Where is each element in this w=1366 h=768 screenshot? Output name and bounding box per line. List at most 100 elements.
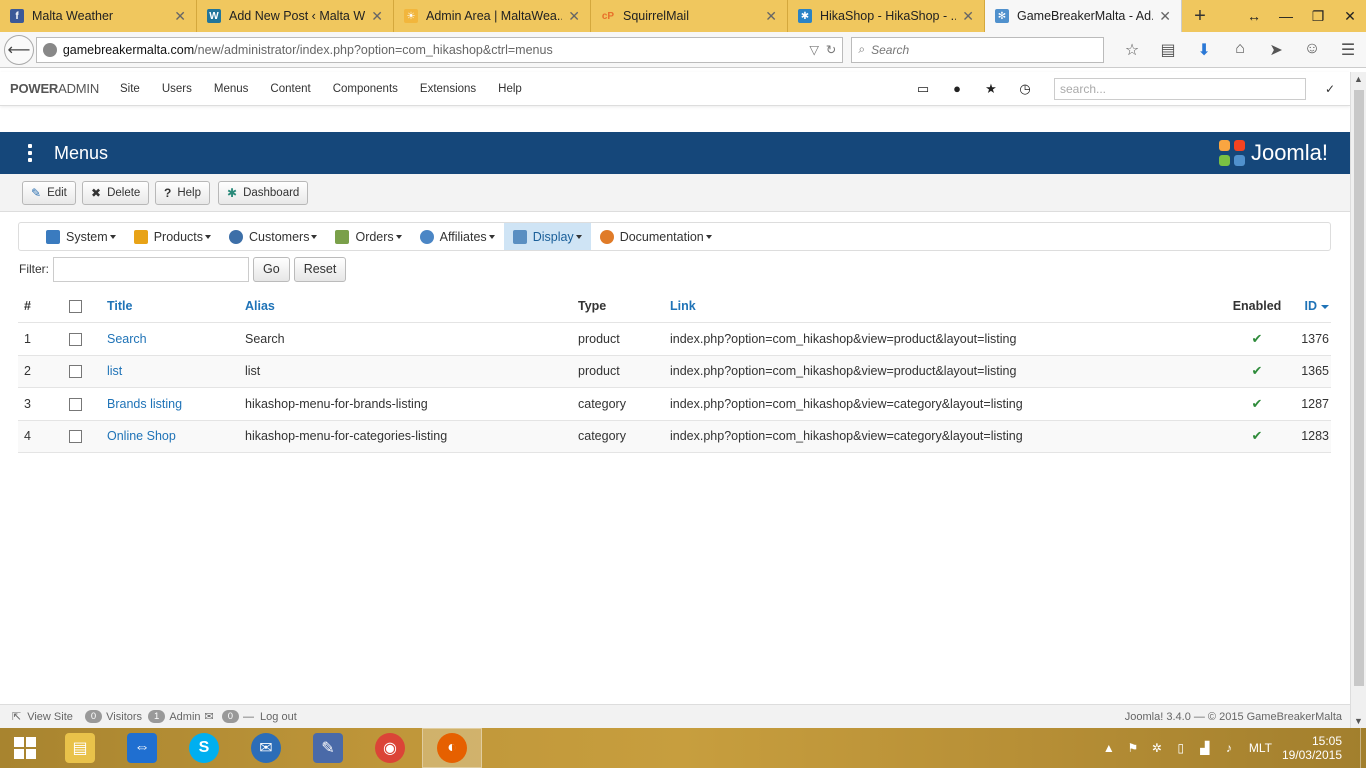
hika-menu-system[interactable]: System <box>37 223 125 250</box>
star-icon[interactable]: ★ <box>974 81 1008 97</box>
back-button[interactable]: ⟵ <box>4 34 34 65</box>
taskbar-app-active[interactable]: ◐ <box>422 728 482 768</box>
dashboard-button[interactable]: ✱ Dashboard <box>218 181 309 205</box>
close-tab-icon[interactable]: ✕ <box>568 8 580 25</box>
messages-status[interactable]: 0 — Log out <box>221 710 297 723</box>
taskbar-app[interactable]: S <box>174 728 234 768</box>
close-tab-icon[interactable]: ✕ <box>371 8 383 25</box>
browser-tab[interactable]: f Malta Weather ✕ <box>0 0 197 32</box>
start-button[interactable] <box>0 728 50 768</box>
clock-icon[interactable]: ◷ <box>1008 81 1042 97</box>
top-menu-extensions[interactable]: Extensions <box>409 83 487 95</box>
hika-menu-display[interactable]: Display <box>503 223 591 250</box>
orders-icon <box>335 229 350 244</box>
hika-menu-orders[interactable]: Orders <box>326 223 410 250</box>
resize-icon[interactable]: ↔ <box>1238 0 1270 32</box>
url-bar[interactable]: gamebreakermalta.com/new/administrator/i… <box>35 36 844 63</box>
chat-icon[interactable]: ☺ <box>1294 40 1330 60</box>
hamburger-menu-icon[interactable]: ☰ <box>1330 40 1366 60</box>
brand-logo[interactable]: POWERADMIN <box>10 81 99 96</box>
vertical-scrollbar[interactable]: ▲ ▼ <box>1350 72 1366 728</box>
home-icon[interactable]: ⌂ <box>1222 40 1258 60</box>
scroll-up-icon[interactable]: ▲ <box>1354 74 1363 84</box>
check-circle-icon[interactable]: ✓ <box>1318 82 1342 96</box>
row-title-link[interactable]: Search <box>107 332 245 346</box>
close-tab-icon[interactable]: ✕ <box>765 8 777 25</box>
enabled-check-icon[interactable]: ✔ <box>1221 428 1293 444</box>
monitor-icon[interactable]: ▭ <box>906 81 940 97</box>
show-desktop-button[interactable] <box>1360 728 1366 768</box>
admin-search-input[interactable]: search... <box>1054 77 1306 100</box>
top-menu-content[interactable]: Content <box>259 83 321 95</box>
minimize-icon[interactable]: — <box>1270 0 1302 32</box>
settings-tray-icon[interactable]: ✲ <box>1145 741 1169 755</box>
browser-tab[interactable]: cP SquirrelMail ✕ <box>591 0 788 32</box>
reload-icon[interactable]: ▽ ↻ <box>809 42 836 57</box>
action-center-icon[interactable]: ⚑ <box>1121 741 1145 755</box>
row-title-link[interactable]: list <box>107 364 245 378</box>
row-title-link[interactable]: Online Shop <box>107 429 245 443</box>
user-icon[interactable]: ● <box>940 81 974 96</box>
network-icon[interactable]: ▟ <box>1193 741 1217 755</box>
enabled-check-icon[interactable]: ✔ <box>1221 331 1293 347</box>
go-button[interactable]: Go <box>253 256 290 282</box>
tray-expand-icon[interactable]: ▲ <box>1097 741 1121 755</box>
logout-link[interactable]: Log out <box>260 711 297 723</box>
edit-button[interactable]: ✎ Edit <box>22 181 76 205</box>
reading-list-icon[interactable]: ▤ <box>1150 40 1186 60</box>
browser-tab[interactable]: W Add New Post ‹ Malta Weat... ✕ <box>197 0 394 32</box>
enabled-check-icon[interactable]: ✔ <box>1221 396 1293 412</box>
top-menu-users[interactable]: Users <box>151 83 203 95</box>
taskbar-app[interactable]: ◉ <box>360 728 420 768</box>
close-window-icon[interactable]: ✕ <box>1334 0 1366 32</box>
volume-icon[interactable]: ♪ <box>1217 741 1241 755</box>
header-title[interactable]: Title <box>107 299 245 313</box>
row-checkbox[interactable] <box>69 365 82 379</box>
clock[interactable]: 15:05 19/03/2015 <box>1282 734 1342 762</box>
row-title-link[interactable]: Brands listing <box>107 397 245 411</box>
taskbar-app[interactable]: ✉ <box>236 728 296 768</box>
browser-tab-active[interactable]: ✻ GameBreakerMalta - Ad... ✕ <box>985 0 1182 32</box>
close-tab-icon[interactable]: ✕ <box>174 8 186 25</box>
restore-icon[interactable]: ❐ <box>1302 0 1334 32</box>
close-tab-icon[interactable]: ✕ <box>1159 8 1171 25</box>
view-site-link[interactable]: ⇱ View Site <box>12 710 73 724</box>
reset-button[interactable]: Reset <box>293 256 347 282</box>
select-all-checkbox[interactable] <box>69 300 82 314</box>
browser-tab[interactable]: ☀ Admin Area | MaltaWea... ✕ <box>394 0 591 32</box>
browser-tab[interactable]: ✱ HikaShop - HikaShop - ... ✕ <box>788 0 985 32</box>
download-icon[interactable]: ⬇ <box>1186 40 1222 60</box>
site-info-icon[interactable] <box>42 42 57 57</box>
row-checkbox[interactable] <box>69 430 82 444</box>
language-indicator[interactable]: MLT <box>1249 741 1272 755</box>
browser-search-input[interactable]: ⌕ Search <box>851 36 1105 63</box>
bookmark-star-icon[interactable]: ☆ <box>1114 40 1150 60</box>
header-id[interactable]: ID <box>1293 299 1331 313</box>
top-menu-site[interactable]: Site <box>109 83 151 95</box>
filter-input[interactable] <box>53 256 249 282</box>
top-menu-components[interactable]: Components <box>322 83 409 95</box>
scrollbar-thumb[interactable] <box>1354 90 1364 686</box>
scroll-down-icon[interactable]: ▼ <box>1354 716 1363 726</box>
enabled-check-icon[interactable]: ✔ <box>1221 363 1293 379</box>
help-button[interactable]: ? Help <box>155 181 210 205</box>
row-checkbox[interactable] <box>69 397 82 411</box>
top-menu-menus[interactable]: Menus <box>203 83 260 95</box>
row-checkbox[interactable] <box>69 332 82 346</box>
header-alias[interactable]: Alias <box>245 299 578 313</box>
battery-icon[interactable]: ▯ <box>1169 741 1193 755</box>
hika-menu-products[interactable]: Products <box>125 223 220 250</box>
more-menu-icon[interactable] <box>28 144 34 162</box>
top-menu-help[interactable]: Help <box>487 83 533 95</box>
send-icon[interactable]: ➤ <box>1258 40 1294 60</box>
hika-menu-documentation[interactable]: Documentation <box>591 223 721 250</box>
hika-menu-customers[interactable]: Customers <box>220 223 326 250</box>
close-tab-icon[interactable]: ✕ <box>962 8 974 25</box>
taskbar-app[interactable]: ⇔ <box>112 728 172 768</box>
header-link[interactable]: Link <box>670 299 1200 313</box>
hika-menu-affiliates[interactable]: Affiliates <box>411 223 504 250</box>
taskbar-app[interactable]: ✎ <box>298 728 358 768</box>
delete-button[interactable]: ✖ Delete <box>82 181 150 205</box>
taskbar-app[interactable]: ▤ <box>50 728 110 768</box>
new-tab-button[interactable]: + <box>1182 0 1218 32</box>
